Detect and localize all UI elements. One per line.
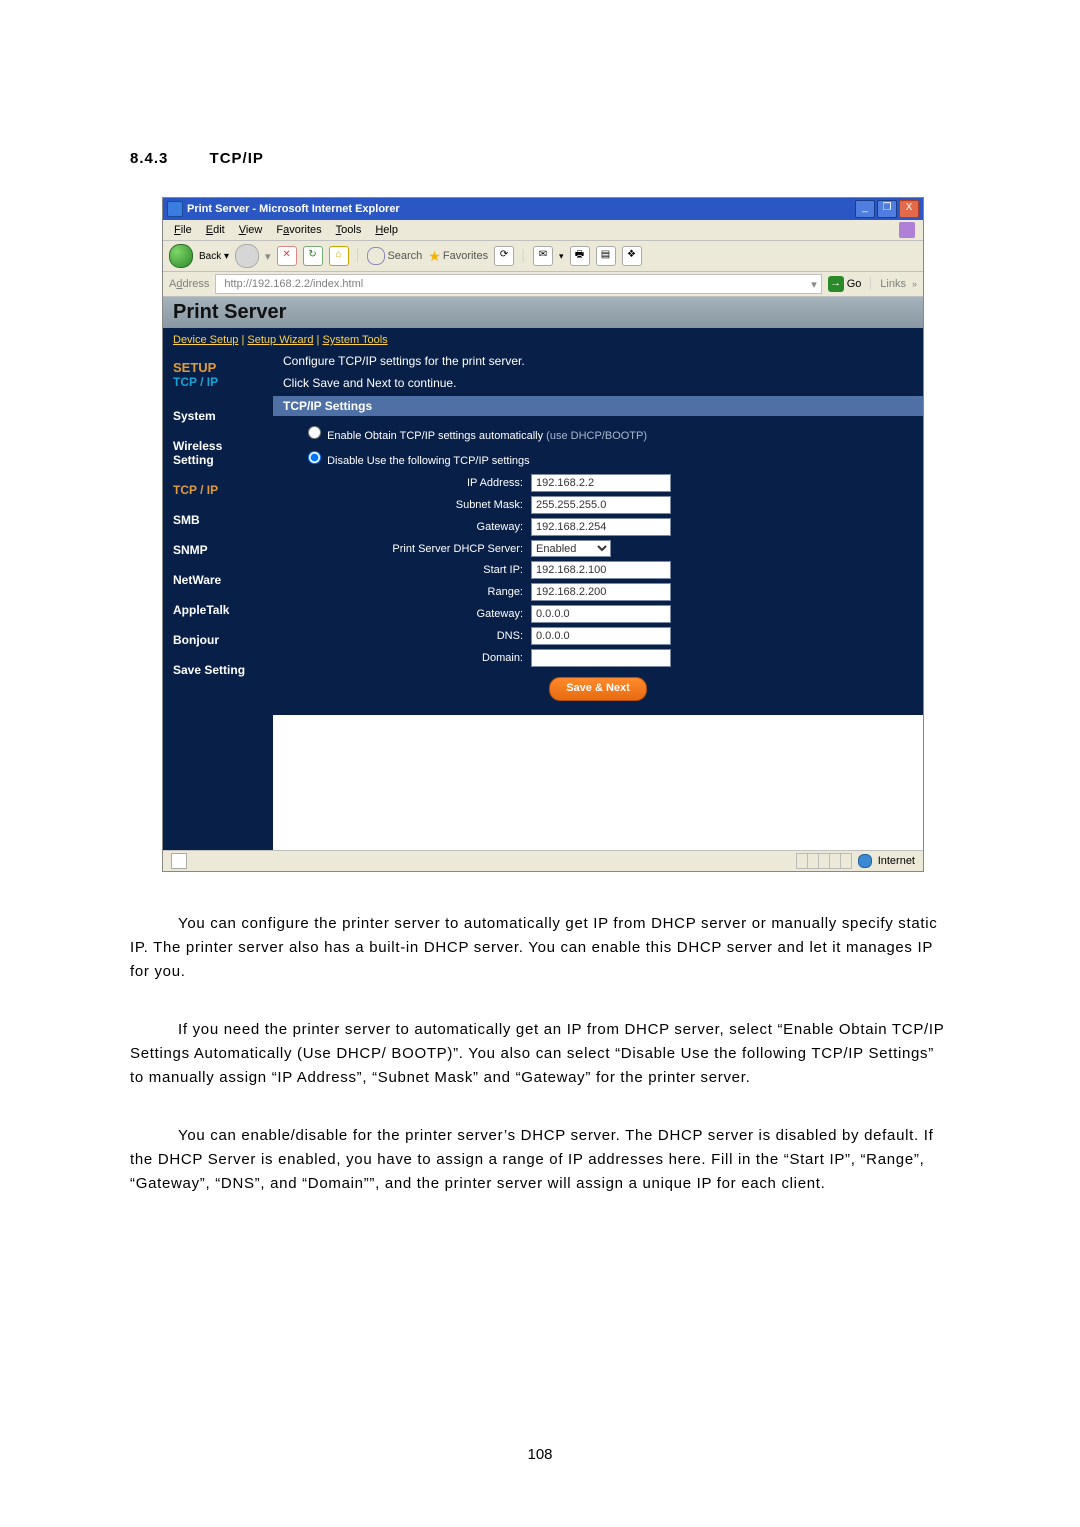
sidebar-item-bonjour[interactable]: Bonjour (163, 625, 273, 655)
sidebar-item-tcpip[interactable]: TCP / IP (163, 475, 273, 505)
app-banner: Print Server (173, 301, 286, 323)
section-heading: 8.4.3 TCP/IP (130, 150, 950, 167)
ie-logo-icon (899, 222, 915, 238)
panel-desc-2: Click Save and Next to continue. (273, 372, 923, 396)
body-text: You can configure the printer server to … (130, 912, 950, 1196)
para-3: You can enable/disable for the printer s… (130, 1127, 934, 1192)
opt-enable-hint: (use DHCP/BOOTP) (546, 430, 647, 442)
radio-disable-dhcp[interactable] (308, 451, 321, 464)
status-hatch (796, 853, 852, 869)
page-number: 108 (0, 1446, 1080, 1463)
range-label: Range: (283, 586, 531, 598)
dns-label: DNS: (283, 630, 531, 642)
ie-window: Print Server - Microsoft Internet Explor… (162, 197, 924, 872)
status-bar: Internet (163, 850, 923, 871)
sidebar-item-netware[interactable]: NetWare (163, 565, 273, 595)
discuss-button[interactable]: ❖ (622, 246, 642, 266)
links-label[interactable]: Links (880, 278, 906, 290)
window-close-button[interactable]: X (899, 200, 919, 218)
sidebar-setup-sub: TCP / IP (163, 375, 273, 401)
gateway2-label: Gateway: (283, 608, 531, 620)
menu-help[interactable]: Help (368, 224, 405, 236)
window-titlebar: Print Server - Microsoft Internet Explor… (163, 198, 923, 220)
address-bar: Address http://192.168.2.2/index.html ▾ … (163, 272, 923, 297)
toolbar: Back ▾ ▾ ✕ ↻ ⌂ │ Search ★Favorites ⟳ │ ✉… (163, 241, 923, 272)
ip-input[interactable] (531, 474, 671, 492)
done-icon (171, 853, 187, 869)
domain-input[interactable] (531, 649, 671, 667)
crumb-device-setup[interactable]: Device Setup (173, 334, 238, 346)
start-ip-label: Start IP: (283, 564, 531, 576)
sidebar: SETUP TCP / IP System Wireless Setting T… (163, 350, 273, 850)
menu-edit[interactable]: Edit (199, 224, 232, 236)
address-input[interactable]: http://192.168.2.2/index.html ▾ (215, 274, 821, 294)
main-panel: Configure TCP/IP settings for the print … (273, 350, 923, 850)
window-title: Print Server - Microsoft Internet Explor… (187, 203, 400, 215)
window-minimize-button[interactable]: _ (855, 200, 875, 218)
search-icon (367, 247, 385, 265)
menu-bar: FFileile Edit View Favorites Tools Help (163, 220, 923, 241)
go-arrow-icon: → (828, 276, 844, 292)
mask-input[interactable] (531, 496, 671, 514)
opt-disable-label: Disable Use the following TCP/IP setting… (327, 455, 530, 467)
address-value: http://192.168.2.2/index.html (224, 278, 363, 290)
print-button[interactable]: 🖶 (570, 246, 590, 266)
forward-button[interactable] (235, 244, 259, 268)
refresh-button[interactable]: ↻ (303, 246, 323, 266)
gateway2-input[interactable] (531, 605, 671, 623)
start-ip-input[interactable] (531, 561, 671, 579)
para-1: You can configure the printer server to … (130, 915, 938, 980)
ip-label: IP Address: (283, 477, 531, 489)
sidebar-item-system[interactable]: System (163, 401, 273, 431)
sidebar-item-snmp[interactable]: SNMP (163, 535, 273, 565)
opt-enable-label: Enable Obtain TCP/IP settings automatica… (327, 430, 543, 442)
ie-icon (167, 201, 183, 217)
favorites-button[interactable]: ★Favorites (428, 248, 488, 265)
menu-favorites[interactable]: Favorites (269, 224, 328, 236)
domain-label: Domain: (283, 652, 531, 664)
dhcp-server-label: Print Server DHCP Server: (283, 543, 531, 555)
section-number: 8.4.3 (130, 150, 168, 167)
gateway-input[interactable] (531, 518, 671, 536)
edit-button[interactable]: ▤ (596, 246, 616, 266)
panel-desc-1: Configure TCP/IP settings for the print … (273, 350, 923, 372)
internet-zone-label: Internet (878, 855, 915, 867)
tcpip-subhead: TCP/IP Settings (273, 396, 923, 416)
home-button[interactable]: ⌂ (329, 246, 349, 266)
window-maximize-button[interactable]: ❐ (877, 200, 897, 218)
section-title: TCP/IP (210, 150, 264, 167)
breadcrumb: Device Setup | Setup Wizard | System Too… (163, 328, 923, 350)
go-button[interactable]: → Go (828, 276, 862, 292)
save-next-button[interactable]: Save & Next (549, 677, 647, 701)
para-2: If you need the printer server to automa… (130, 1021, 944, 1086)
mask-label: Subnet Mask: (283, 499, 531, 511)
menu-tools[interactable]: Tools (329, 224, 369, 236)
crumb-setup-wizard[interactable]: Setup Wizard (247, 334, 313, 346)
menu-view[interactable]: View (232, 224, 270, 236)
sidebar-item-save-setting[interactable]: Save Setting (163, 655, 273, 685)
sidebar-item-wireless[interactable]: Wireless Setting (163, 431, 273, 475)
range-input[interactable] (531, 583, 671, 601)
sidebar-item-smb[interactable]: SMB (163, 505, 273, 535)
sidebar-setup-heading: SETUP (163, 358, 273, 375)
stop-button[interactable]: ✕ (277, 246, 297, 266)
star-icon: ★ (428, 248, 441, 265)
gateway-label: Gateway: (283, 521, 531, 533)
search-button[interactable]: Search (367, 247, 422, 265)
radio-enable-dhcp[interactable] (308, 426, 321, 439)
dns-input[interactable] (531, 627, 671, 645)
history-button[interactable]: ⟳ (494, 246, 514, 266)
internet-zone-icon (858, 854, 872, 868)
sidebar-item-appletalk[interactable]: AppleTalk (163, 595, 273, 625)
back-button[interactable] (169, 244, 193, 268)
address-label: Address (169, 278, 209, 290)
crumb-system-tools[interactable]: System Tools (322, 334, 387, 346)
mail-button[interactable]: ✉ (533, 246, 553, 266)
dhcp-server-select[interactable]: Enabled (531, 540, 611, 557)
menu-file[interactable]: FFileile (167, 224, 199, 236)
